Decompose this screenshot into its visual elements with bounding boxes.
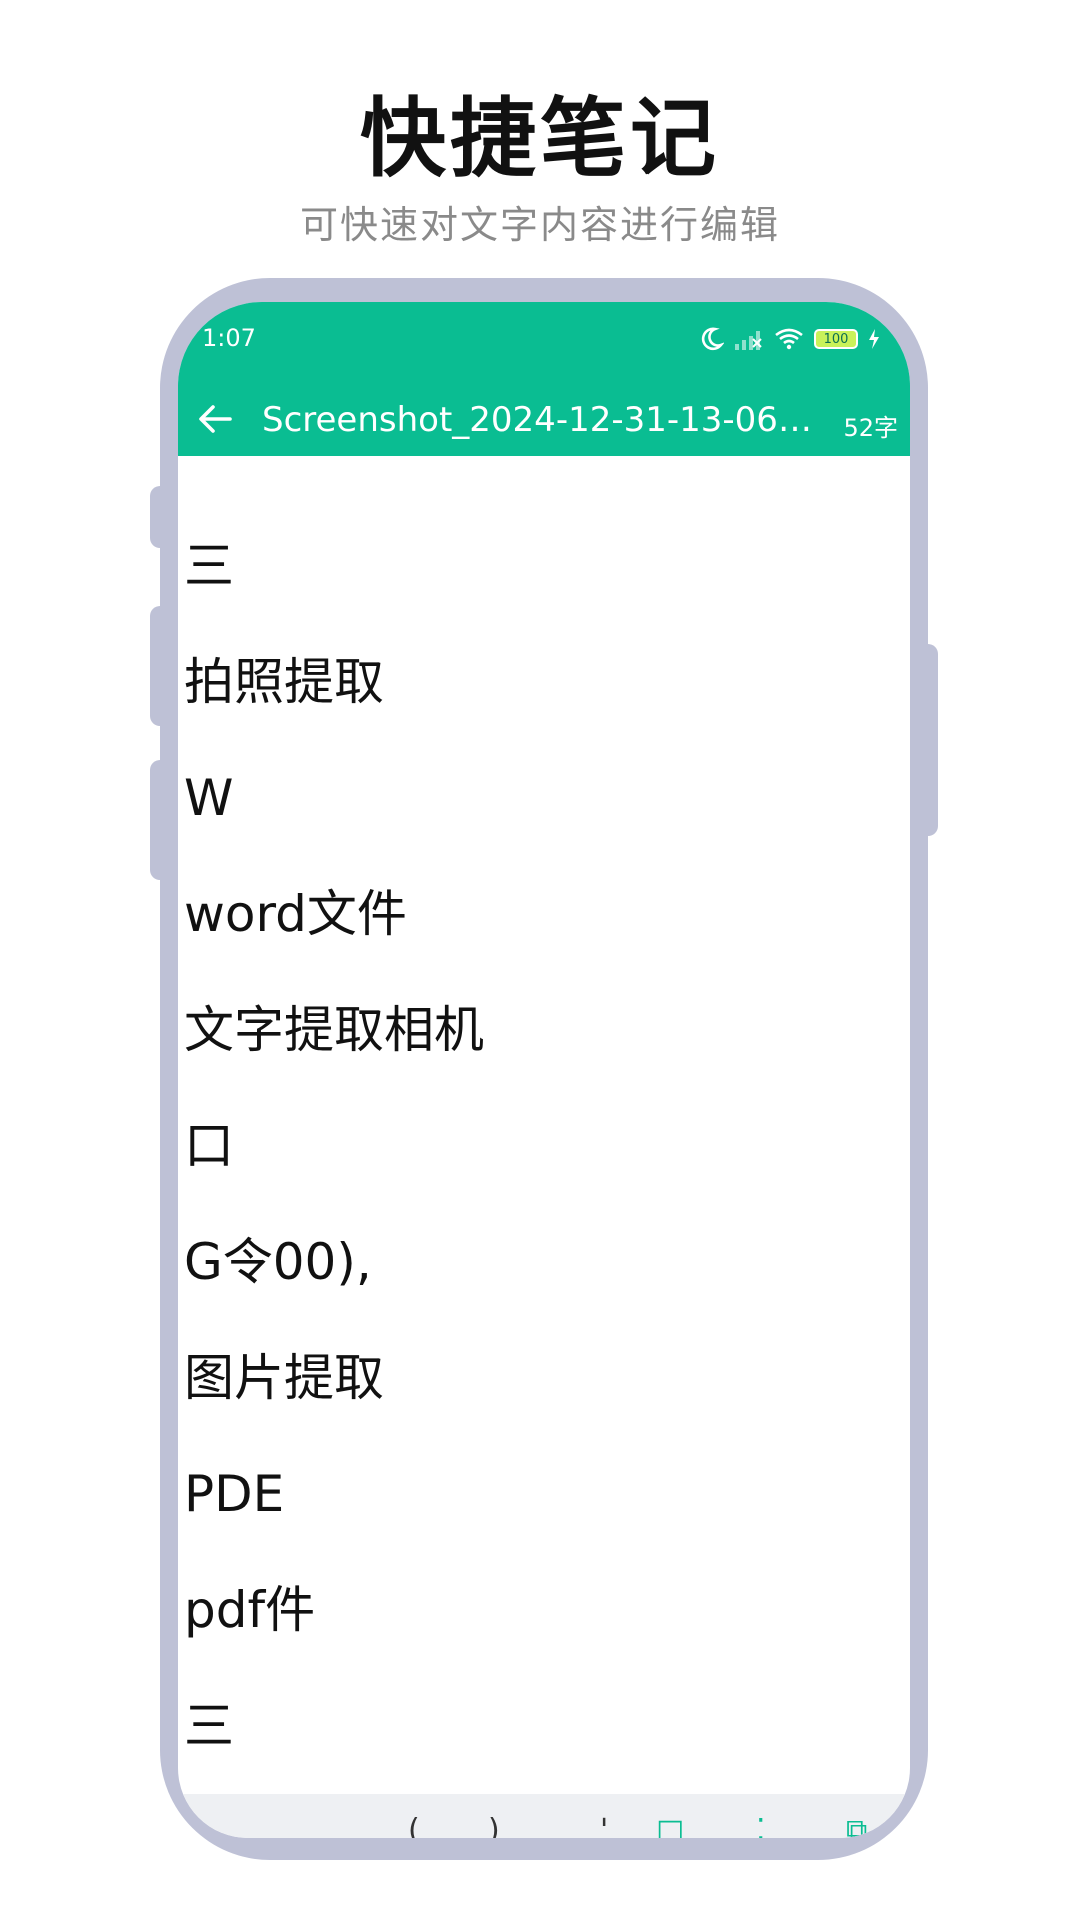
app-header: 1:07 100 Screenshot_2024-12-31-13-06-4… … — [178, 302, 910, 456]
text-line[interactable]: 三 — [184, 1696, 234, 1756]
wifi-icon — [774, 327, 804, 351]
text-line[interactable]: W — [184, 768, 233, 828]
promo-page: 快捷笔记 可快速对文字内容进行编辑 1:07 100 Screenshot_20… — [0, 0, 1080, 1920]
charging-icon — [868, 328, 880, 350]
back-button[interactable] — [190, 396, 240, 446]
phone-screen: 1:07 100 Screenshot_2024-12-31-13-06-4… … — [178, 302, 910, 1838]
status-icons: 100 — [700, 324, 880, 354]
text-line[interactable]: 口 — [184, 1116, 234, 1176]
text-line[interactable]: PDE — [184, 1464, 284, 1524]
open-paren-button[interactable]: ( — [408, 1816, 420, 1839]
status-time: 1:07 — [202, 324, 256, 352]
copy-icon[interactable]: ⧉ — [846, 1816, 867, 1839]
document-title: Screenshot_2024-12-31-13-06-4… — [262, 400, 822, 440]
moon-icon — [700, 326, 724, 352]
box-icon[interactable]: □ — [656, 1816, 684, 1839]
text-line[interactable]: 图片提取 — [184, 1348, 384, 1408]
app-toolbar: Screenshot_2024-12-31-13-06-4… 52字 — [178, 386, 910, 456]
promo-subtitle: 可快速对文字内容进行编辑 — [299, 203, 780, 247]
promo-title: 快捷笔记 — [360, 89, 720, 189]
signal-icon — [734, 327, 764, 351]
note-editor[interactable]: 三 拍照提取 W word文件 文字提取相机 口 G令00), 图片提取 PDE… — [178, 456, 910, 1786]
bottom-toolbar: ( ) ' □ ⁚ ⧉ — [178, 1794, 910, 1838]
battery-level: 100 — [823, 332, 849, 347]
text-line[interactable]: 三 — [184, 536, 234, 596]
quote-button[interactable]: ' — [600, 1816, 608, 1839]
dots-icon[interactable]: ⁚ — [756, 1816, 766, 1839]
text-line[interactable]: pdf件 — [184, 1580, 315, 1640]
word-count: 52字 — [843, 414, 898, 442]
text-line[interactable]: 文字提取相机 — [184, 1000, 484, 1060]
arrow-left-icon — [198, 404, 232, 438]
close-paren-button[interactable]: ) — [488, 1816, 500, 1839]
text-line[interactable]: 拍照提取 — [184, 652, 384, 712]
battery-icon: 100 — [814, 329, 858, 349]
text-line[interactable]: word文件 — [184, 884, 407, 944]
text-line[interactable]: G令00), — [184, 1232, 372, 1292]
